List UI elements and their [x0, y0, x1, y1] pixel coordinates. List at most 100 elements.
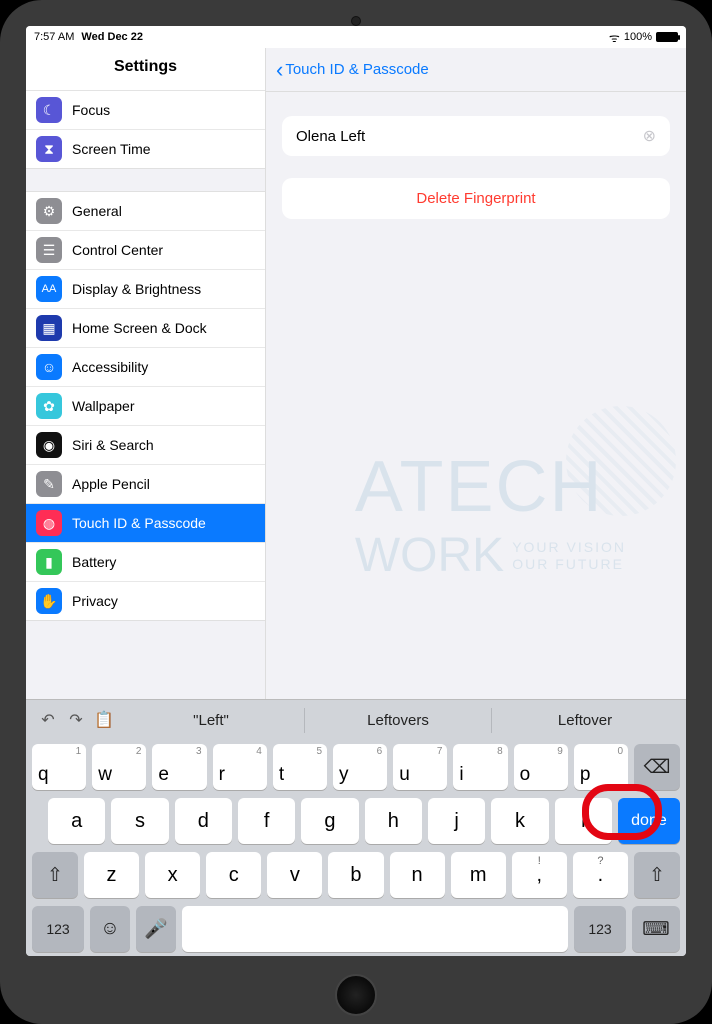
key-shift-left[interactable]: ⇧: [32, 852, 78, 898]
key-j[interactable]: j: [428, 798, 485, 844]
status-time: 7:57 AM: [34, 31, 74, 43]
clipboard-icon[interactable]: 📋: [90, 706, 118, 734]
key-s[interactable]: s: [111, 798, 168, 844]
suggestion-2[interactable]: Leftovers: [304, 708, 491, 733]
battery-percent: 100%: [624, 31, 652, 43]
key-mic[interactable]: 🎤: [136, 906, 176, 952]
switches-icon: ☰: [36, 237, 62, 263]
sidebar-item-label: Wallpaper: [72, 398, 135, 414]
key-m[interactable]: m: [451, 852, 506, 898]
sidebar-item-focus[interactable]: ☾ Focus: [26, 91, 265, 130]
camera: [351, 16, 361, 26]
sidebar-item-label: Battery: [72, 554, 116, 570]
key-f[interactable]: f: [238, 798, 295, 844]
key-b[interactable]: b: [328, 852, 383, 898]
key-o[interactable]: 9o: [514, 744, 568, 790]
siri-icon: ◉: [36, 432, 62, 458]
accessibility-icon: ☺: [36, 354, 62, 380]
sidebar-item-display[interactable]: AA Display & Brightness: [26, 270, 265, 309]
key-e[interactable]: 3e: [152, 744, 206, 790]
hourglass-icon: ⧗: [36, 136, 62, 162]
sidebar-item-label: General: [72, 203, 122, 219]
sidebar-item-label: Siri & Search: [72, 437, 154, 453]
sidebar-item-control-center[interactable]: ☰ Control Center: [26, 231, 265, 270]
battery-icon: [656, 32, 678, 42]
battery-icon: ▮: [36, 549, 62, 575]
key-t[interactable]: 5t: [273, 744, 327, 790]
sidebar-item-battery[interactable]: ▮ Battery: [26, 543, 265, 582]
key-d[interactable]: d: [175, 798, 232, 844]
sidebar-item-screen-time[interactable]: ⧗ Screen Time: [26, 130, 265, 168]
sidebar-item-apple-pencil[interactable]: ✎ Apple Pencil: [26, 465, 265, 504]
sidebar-title: Settings: [26, 48, 265, 91]
gear-icon: ⚙: [36, 198, 62, 224]
sidebar-item-privacy[interactable]: ✋ Privacy: [26, 582, 265, 620]
key-123-left[interactable]: 123: [32, 906, 84, 952]
key-y[interactable]: 6y: [333, 744, 387, 790]
key-p[interactable]: 0p: [574, 744, 628, 790]
delete-fingerprint-button[interactable]: Delete Fingerprint: [282, 178, 670, 219]
key-q[interactable]: 1q: [32, 744, 86, 790]
text-size-icon: AA: [36, 276, 62, 302]
pencil-icon: ✎: [36, 471, 62, 497]
key-w[interactable]: 2w: [92, 744, 146, 790]
fingerprint-name-row[interactable]: ⊗: [282, 116, 670, 156]
sidebar-item-label: Apple Pencil: [72, 476, 150, 492]
sidebar-item-label: Accessibility: [72, 359, 148, 375]
key-c[interactable]: c: [206, 852, 261, 898]
key-hide-keyboard[interactable]: ⌨: [632, 906, 680, 952]
key-r[interactable]: 4r: [213, 744, 267, 790]
key-g[interactable]: g: [301, 798, 358, 844]
wifi-icon: ᯤ: [609, 29, 620, 46]
chevron-left-icon: ‹: [276, 59, 283, 81]
grid-icon: ▦: [36, 315, 62, 341]
undo-icon[interactable]: ↶: [34, 706, 62, 734]
sidebar-item-accessibility[interactable]: ☺ Accessibility: [26, 348, 265, 387]
key-123-right[interactable]: 123: [574, 906, 626, 952]
key-x[interactable]: x: [145, 852, 200, 898]
key-punct-.[interactable]: ?.: [573, 852, 628, 898]
sidebar-item-label: Privacy: [72, 593, 118, 609]
key-z[interactable]: z: [84, 852, 139, 898]
status-date: Wed Dec 22: [81, 31, 143, 43]
detail-pane: ‹ Touch ID & Passcode ⊗ Delete Fingerpri…: [266, 48, 686, 699]
key-v[interactable]: v: [267, 852, 322, 898]
sidebar-item-general[interactable]: ⚙ General: [26, 192, 265, 231]
sidebar-item-siri[interactable]: ◉ Siri & Search: [26, 426, 265, 465]
key-n[interactable]: n: [390, 852, 445, 898]
key-backspace[interactable]: ⌫: [634, 744, 680, 790]
key-shift-right[interactable]: ⇧: [634, 852, 680, 898]
key-l[interactable]: l: [555, 798, 612, 844]
flower-icon: ✿: [36, 393, 62, 419]
sidebar-item-touch-id[interactable]: ◍ Touch ID & Passcode: [26, 504, 265, 543]
key-punct-,[interactable]: !,: [512, 852, 567, 898]
key-u[interactable]: 7u: [393, 744, 447, 790]
key-a[interactable]: a: [48, 798, 105, 844]
status-bar: 7:57 AM Wed Dec 22 ᯤ 100%: [26, 26, 686, 48]
sidebar-item-label: Focus: [72, 102, 110, 118]
back-button[interactable]: ‹ Touch ID & Passcode: [276, 59, 429, 81]
sidebar-item-home-screen[interactable]: ▦ Home Screen & Dock: [26, 309, 265, 348]
clear-text-icon[interactable]: ⊗: [643, 126, 656, 146]
key-i[interactable]: 8i: [453, 744, 507, 790]
redo-icon[interactable]: ↷: [62, 706, 90, 734]
hand-icon: ✋: [36, 588, 62, 614]
sidebar-item-wallpaper[interactable]: ✿ Wallpaper: [26, 387, 265, 426]
key-space[interactable]: [182, 906, 568, 952]
moon-icon: ☾: [36, 97, 62, 123]
back-label: Touch ID & Passcode: [285, 61, 428, 78]
sidebar-item-label: Display & Brightness: [72, 281, 201, 297]
suggestion-3[interactable]: Leftover: [491, 708, 678, 733]
key-emoji[interactable]: ☺: [90, 906, 130, 952]
suggestion-1[interactable]: "Left": [118, 708, 304, 733]
key-k[interactable]: k: [491, 798, 548, 844]
fingerprint-icon: ◍: [36, 510, 62, 536]
sidebar-item-label: Control Center: [72, 242, 163, 258]
keyboard: ↶ ↷ 📋 "Left" Leftovers Leftover 1q2w3e4r…: [26, 699, 686, 956]
key-h[interactable]: h: [365, 798, 422, 844]
fingerprint-name-input[interactable]: [296, 128, 643, 145]
home-button[interactable]: [335, 974, 377, 1016]
sidebar-item-label: Home Screen & Dock: [72, 320, 207, 336]
sidebar-item-label: Screen Time: [72, 141, 151, 157]
key-done[interactable]: done: [618, 798, 680, 844]
